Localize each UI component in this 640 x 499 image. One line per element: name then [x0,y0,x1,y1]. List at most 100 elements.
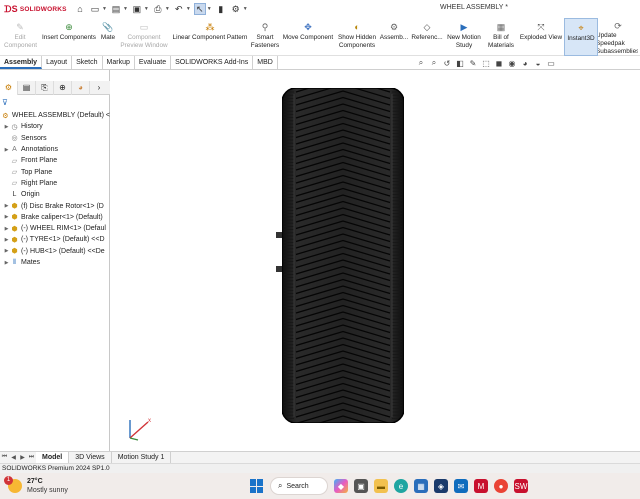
tree-item-front-plane[interactable]: ▱ Front Plane [0,155,110,166]
copilot-icon[interactable]: ◆ [334,479,348,493]
tab-3d-views[interactable]: 3D Views [69,452,112,463]
tree-item-origin[interactable]: L Origin [0,189,110,200]
save-icon[interactable]: ▣ [131,3,143,15]
prev-tab-icon[interactable]: ◀ [9,454,18,461]
traffic-light-icon[interactable]: ▮ [215,3,227,15]
solidworks-logo[interactable]: ᗪS SOLIDWORKS [0,4,66,15]
instant3d-button[interactable]: ⌖ Instant3D [564,18,598,56]
expand-arrow-icon[interactable]: ▶ [3,147,10,153]
microsoft-store-icon[interactable]: ▦ [414,479,428,493]
update-speedpak-button[interactable]: ⟳ Update Speedpak Subassemblies [598,18,638,56]
edit-appearance-icon[interactable]: ◕ [520,59,530,68]
chevron-down-icon[interactable]: ▼ [186,6,191,12]
graphics-area[interactable]: x [110,70,640,451]
assembly-features-button[interactable]: ⚙ Assemb... [378,18,410,56]
feature-manager-tab-icon[interactable]: ⚙ [0,80,18,95]
tab-mbd[interactable]: MBD [253,56,278,69]
options-gear-icon[interactable]: ⚙ [230,3,242,15]
move-component-button[interactable]: ✥ Move Component [280,18,336,56]
tab-markup[interactable]: Markup [103,56,135,69]
section-view-icon[interactable]: ◧ [455,59,465,68]
tree-item-mates[interactable]: ▶ ⫴ Mates [0,257,110,268]
tree-item-right-plane[interactable]: ▱ Right Plane [0,178,110,189]
new-motion-study-button[interactable]: ▶ New Motion Study [444,18,484,56]
smart-fasteners-button[interactable]: ⚲ Smart Fasteners [250,18,280,56]
expand-arrow-icon[interactable]: ▶ [3,260,10,266]
bill-of-materials-button[interactable]: ▦ Bill of Materials [484,18,518,56]
first-tab-icon[interactable]: ⏮ [0,454,9,461]
apply-scene-icon[interactable]: ◒ [533,59,543,68]
home-icon[interactable]: ⌂ [74,3,86,15]
view-orientation-icon[interactable]: ⬚ [481,59,491,68]
property-manager-tab-icon[interactable]: ▤ [18,80,36,95]
insert-components-button[interactable]: ⊕ Insert Components [40,18,98,56]
taskbar-search-box[interactable]: ⌕ Search [270,477,328,495]
next-tab-icon[interactable]: ▶ [18,454,27,461]
display-style-icon[interactable]: ◼ [494,59,504,68]
tree-item-annotations[interactable]: ▶ A Annotations [0,144,110,155]
zoom-area-icon[interactable]: ⌕ [429,58,439,68]
chevron-down-icon[interactable]: ▼ [144,6,149,12]
print-icon[interactable]: ⎙ [152,3,164,15]
mate-button[interactable]: 📎 Mate [98,18,118,56]
hide-show-items-icon[interactable]: ◉ [507,59,517,68]
weather-widget[interactable]: 1 27°C Mostly sunny [0,476,120,495]
expand-manager-icon[interactable]: › [90,81,108,95]
chevron-down-icon[interactable]: ▼ [207,6,212,12]
tree-item-history[interactable]: ▶ ◷ History [0,121,110,132]
show-hidden-components-button[interactable]: ◐ Show Hidden Components [336,18,378,56]
tree-item-hub[interactable]: ▶ ⬢ (-) HUB<1> (Default) <<De [0,246,110,257]
tree-item-wheel-rim[interactable]: ▶ ⬢ (-) WHEEL RIM<1> (Defaul [0,223,110,234]
component-preview-window-button[interactable]: ▭ Component Preview Window [118,18,170,56]
tab-assembly[interactable]: Assembly [0,56,43,69]
tyre-model[interactable] [282,88,404,423]
expand-arrow-icon[interactable]: ▶ [3,214,10,220]
zoom-to-fit-icon[interactable]: ⌕ [416,58,426,68]
linear-component-pattern-button[interactable]: ⁂ Linear Component Pattern [170,18,250,56]
last-tab-icon[interactable]: ⏭ [27,454,36,461]
tab-motion-study-1[interactable]: Motion Study 1 [112,452,172,463]
mail-icon[interactable]: ✉ [454,479,468,493]
tab-solidworks-add-ins[interactable]: SOLIDWORKS Add-Ins [171,56,254,69]
undo-icon[interactable]: ↶ [173,3,185,15]
configuration-manager-tab-icon[interactable]: ⎘ [36,80,54,95]
expand-arrow-icon[interactable]: ▶ [3,203,10,209]
tab-model[interactable]: Model [36,452,70,463]
tree-item-brake-caliper[interactable]: ▶ ⬢ Brake caliper<1> (Default) [0,212,110,223]
expand-arrow-icon[interactable]: ▶ [3,248,10,254]
chevron-down-icon[interactable]: ▼ [243,6,248,12]
chevron-down-icon[interactable]: ▼ [165,6,170,12]
view-settings-icon[interactable]: ▭ [546,59,556,68]
new-document-icon[interactable]: ▭ [89,3,101,15]
tree-item-disc-brake-rotor[interactable]: ▶ ⬢ (f) Disc Brake Rotor<1> (D [0,200,110,211]
tab-evaluate[interactable]: Evaluate [135,56,172,69]
task-view-icon[interactable]: ▣ [354,479,368,493]
reference-geometry-button[interactable]: ◇ Referenc... [410,18,444,56]
chrome-icon[interactable]: ● [494,479,508,493]
edit-component-button[interactable]: ✎ Edit Component [0,18,40,56]
dimxpert-manager-tab-icon[interactable]: ⊕ [54,80,72,95]
open-folder-icon[interactable]: ▤ [110,3,122,15]
dynamic-annotation-icon[interactable]: ✎ [468,59,478,68]
chevron-down-icon[interactable]: ▼ [102,6,107,12]
exploded-view-button[interactable]: ⤧ Exploded View [518,18,564,56]
file-explorer-icon[interactable]: ▬ [374,479,388,493]
tab-layout[interactable]: Layout [42,56,73,69]
tree-root-assembly[interactable]: ⚙ WHEEL ASSEMBLY (Default) < [0,110,110,121]
app-icon[interactable]: ◈ [434,479,448,493]
display-manager-tab-icon[interactable]: ◕ [72,80,90,95]
expand-arrow-icon[interactable]: ▶ [3,226,10,232]
mcafee-icon[interactable]: M [474,479,488,493]
select-cursor-icon[interactable]: ↖ [193,3,206,15]
expand-arrow-icon[interactable]: ▶ [3,124,10,130]
previous-view-icon[interactable]: ↺ [442,59,452,68]
edge-browser-icon[interactable]: e [394,479,408,493]
filter-icon[interactable]: ⊽ [2,98,8,107]
chevron-down-icon[interactable]: ▼ [123,6,128,12]
windows-start-icon[interactable] [250,479,264,493]
tree-item-top-plane[interactable]: ▱ Top Plane [0,166,110,177]
tree-item-tyre[interactable]: ▶ ⬢ (-) TYRE<1> (Default) <<D [0,234,110,245]
tab-sketch[interactable]: Sketch [72,56,103,69]
expand-arrow-icon[interactable]: ▶ [3,237,10,243]
solidworks-taskbar-icon[interactable]: SW [514,479,528,493]
